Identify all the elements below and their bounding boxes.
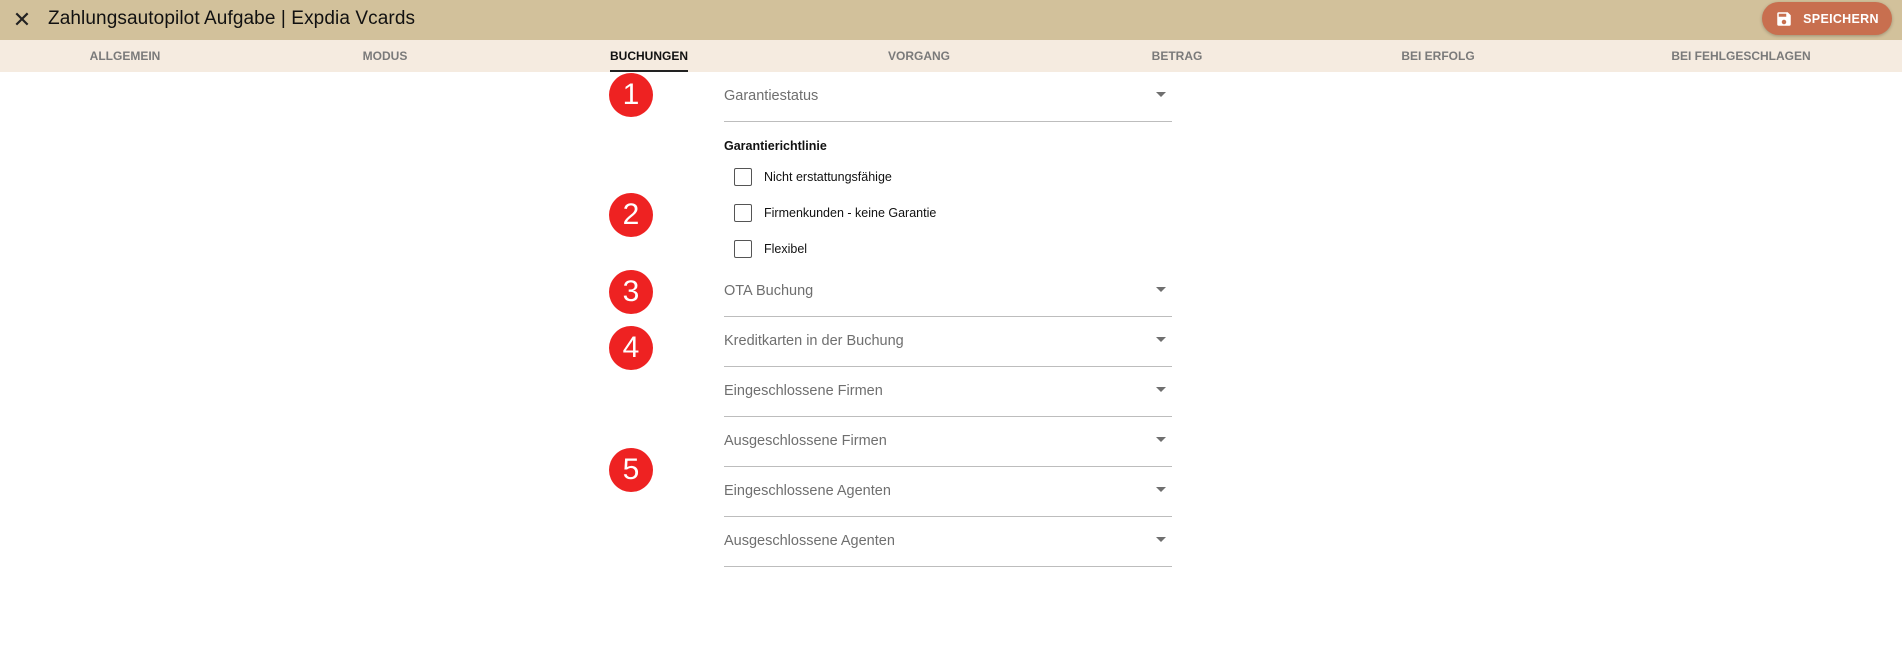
- garantierichtlinie-heading: Garantierichtlinie: [724, 139, 827, 153]
- ausgeschlossene-agenten-select[interactable]: Ausgeschlossene Agenten: [724, 517, 1172, 567]
- checkbox-nicht-erstattungsfaehige[interactable]: Nicht erstattungsfähige: [734, 167, 892, 187]
- garantiestatus-select[interactable]: Garantiestatus: [724, 72, 1172, 122]
- tab-bar: ALLGEMEIN MODUS BUCHUNGEN VORGANG BETRAG…: [0, 40, 1902, 72]
- dropdown-arrow-icon: [1156, 437, 1166, 442]
- checkbox-firmenkunden-keine-garantie[interactable]: Firmenkunden - keine Garantie: [734, 203, 936, 223]
- dropdown-arrow-icon: [1156, 387, 1166, 392]
- ausgeschlossene-firmen-select[interactable]: Ausgeschlossene Firmen: [724, 417, 1172, 467]
- select-label: Kreditkarten in der Buchung: [724, 333, 904, 349]
- checkbox-flexibel[interactable]: Flexibel: [734, 239, 807, 259]
- tab-vorgang[interactable]: VORGANG: [888, 40, 950, 72]
- save-button[interactable]: SPEICHERN: [1762, 2, 1892, 35]
- tab-buchungen[interactable]: BUCHUNGEN: [610, 40, 688, 72]
- save-button-label: SPEICHERN: [1803, 11, 1879, 26]
- annotation-marker-4: 4: [609, 326, 653, 370]
- tab-betrag[interactable]: BETRAG: [1152, 40, 1203, 72]
- select-label: Eingeschlossene Agenten: [724, 483, 891, 499]
- checkbox-box[interactable]: [734, 204, 752, 222]
- dropdown-arrow-icon: [1156, 337, 1166, 342]
- floppy-disk-icon: [1777, 11, 1791, 26]
- dropdown-arrow-icon: [1156, 537, 1166, 542]
- kreditkarten-select[interactable]: Kreditkarten in der Buchung: [724, 317, 1172, 367]
- select-label: Garantiestatus: [724, 88, 819, 104]
- dropdown-arrow-icon: [1156, 92, 1166, 97]
- tab-allgemein[interactable]: ALLGEMEIN: [90, 40, 161, 72]
- tab-bei-erfolg[interactable]: BEI ERFOLG: [1401, 40, 1474, 72]
- checkbox-label: Nicht erstattungsfähige: [764, 170, 892, 184]
- annotation-marker-1: 1: [609, 73, 653, 117]
- annotation-marker-3: 3: [609, 270, 653, 314]
- checkbox-box[interactable]: [734, 240, 752, 258]
- checkbox-label: Flexibel: [764, 242, 808, 256]
- select-label: Ausgeschlossene Firmen: [724, 433, 887, 449]
- ota-buchung-select[interactable]: OTA Buchung: [724, 267, 1172, 317]
- select-label: OTA Buchung: [724, 283, 814, 299]
- dropdown-arrow-icon: [1156, 487, 1166, 492]
- tab-bei-fehlgeschlagen[interactable]: BEI FEHLGESCHLAGEN: [1671, 40, 1810, 72]
- checkbox-box[interactable]: [734, 168, 752, 186]
- select-label: Eingeschlossene Firmen: [724, 383, 883, 399]
- close-icon[interactable]: ✕: [8, 6, 36, 34]
- checkbox-label: Firmenkunden - keine Garantie: [764, 206, 937, 220]
- dropdown-arrow-icon: [1156, 287, 1166, 292]
- annotation-marker-2: 2: [609, 193, 653, 237]
- page-title: Zahlungsautopilot Aufgabe | Expdia Vcard…: [48, 8, 416, 29]
- eingeschlossene-agenten-select[interactable]: Eingeschlossene Agenten: [724, 467, 1172, 517]
- eingeschlossene-firmen-select[interactable]: Eingeschlossene Firmen: [724, 367, 1172, 417]
- select-label: Ausgeschlossene Agenten: [724, 533, 895, 549]
- annotation-marker-5: 5: [609, 448, 653, 492]
- top-app-bar: ✕ Zahlungsautopilot Aufgabe | Expdia Vca…: [0, 0, 1902, 40]
- tab-modus[interactable]: MODUS: [363, 40, 408, 72]
